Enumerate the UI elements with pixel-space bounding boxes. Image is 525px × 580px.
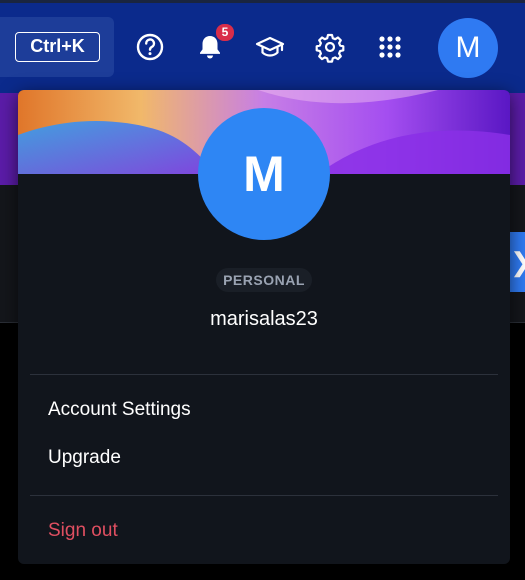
sign-out-menu-item[interactable]: Sign out	[48, 520, 118, 542]
keyboard-shortcut-button[interactable]: Ctrl+K	[15, 32, 100, 62]
account-settings-menu-item[interactable]: Account Settings	[48, 399, 191, 421]
profile-avatar: M	[198, 108, 330, 240]
graduation-cap-icon[interactable]	[253, 30, 287, 64]
chevron-right-icon[interactable]: ❯	[510, 232, 525, 292]
menu-divider	[30, 495, 498, 496]
account-type-badge: PERSONAL	[216, 268, 312, 292]
notification-count-badge: 5	[216, 24, 234, 41]
apps-grid-icon[interactable]	[373, 30, 407, 64]
profile-dropdown-menu: M PERSONAL marisalas23 Account Settings …	[18, 90, 510, 564]
gear-icon[interactable]	[313, 30, 347, 64]
profile-username: marisalas23	[210, 308, 318, 330]
topbar-border	[0, 0, 525, 3]
user-avatar-button[interactable]: M	[438, 18, 498, 78]
menu-divider	[30, 374, 498, 375]
upgrade-menu-item[interactable]: Upgrade	[48, 447, 121, 469]
help-icon[interactable]	[133, 30, 167, 64]
